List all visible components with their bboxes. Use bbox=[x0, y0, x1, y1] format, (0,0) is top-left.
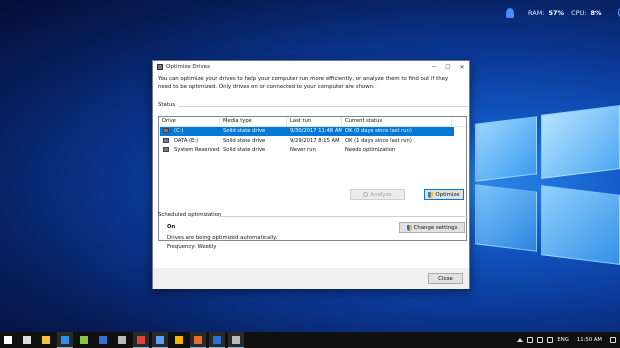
photoshop-icon[interactable] bbox=[95, 332, 111, 348]
optimize-button[interactable]: Optimize bbox=[424, 189, 464, 200]
close-label: Close bbox=[438, 275, 453, 282]
battery-icon[interactable] bbox=[547, 337, 554, 343]
file-explorer-icon[interactable] bbox=[38, 332, 54, 348]
status-label: Status bbox=[158, 102, 176, 108]
list-header: Drive Media type Last run Current status bbox=[159, 117, 466, 127]
start-icon[interactable] bbox=[0, 332, 16, 348]
drive-status: OK (1 days since last run) bbox=[345, 137, 412, 144]
utility-icon[interactable] bbox=[228, 332, 244, 348]
wallpaper-pane bbox=[475, 116, 537, 182]
cpu-label: CPU: bbox=[571, 8, 587, 17]
drive-row[interactable]: (C:) Solid state drive 9/30/2017 11:48 A… bbox=[160, 126, 454, 136]
drive-last-run: 9/30/2017 11:48 AM bbox=[290, 128, 342, 135]
drive-name: DATA (E:) bbox=[174, 137, 199, 144]
drive-icon bbox=[163, 128, 169, 134]
tray-overflow-icon[interactable] bbox=[517, 338, 524, 342]
defrag-icon bbox=[157, 64, 163, 70]
system-monitor-widget[interactable]: RAM: 57% CPU: 8% bbox=[506, 7, 620, 18]
optimize-label: Optimize bbox=[435, 191, 460, 198]
drive-media: Solid state drive bbox=[223, 137, 266, 144]
column-header-media-type[interactable]: Media type bbox=[220, 117, 287, 126]
drive-media: Solid state drive bbox=[223, 128, 266, 135]
analyze-icon bbox=[363, 192, 369, 197]
shield-icon bbox=[428, 191, 434, 198]
maximize-button[interactable]: ☐ bbox=[441, 64, 455, 71]
system-tray: ENG 11:50 AM bbox=[517, 332, 616, 348]
drive-status: Needs optimization bbox=[345, 147, 396, 154]
office-icon[interactable] bbox=[190, 332, 206, 348]
taskbar-apps bbox=[0, 332, 247, 348]
taskbar: ENG 11:50 AM bbox=[0, 332, 620, 348]
analyze-button[interactable]: Analyze bbox=[350, 189, 405, 200]
notifications-icon[interactable] bbox=[610, 337, 616, 343]
optimize-drives-window: Optimize Drives ─ ☐ ✕ You can optimize y… bbox=[152, 60, 470, 289]
close-button[interactable]: Close bbox=[428, 273, 463, 284]
ram-label: RAM: bbox=[528, 8, 545, 17]
window-title: Optimize Drives bbox=[166, 64, 210, 70]
drive-last-run: Never run bbox=[290, 147, 316, 154]
drive-media: Solid state drive bbox=[223, 147, 266, 154]
column-header-current-status[interactable]: Current status bbox=[342, 117, 452, 126]
wallpaper-pane bbox=[541, 105, 620, 179]
drive-last-run: 9/29/2017 8:15 AM bbox=[290, 137, 340, 144]
android-icon[interactable] bbox=[76, 332, 92, 348]
column-header-drive[interactable]: Drive bbox=[159, 117, 220, 126]
drive-icon bbox=[163, 137, 169, 143]
settings-icon[interactable] bbox=[114, 332, 130, 348]
wallpaper-pane bbox=[541, 185, 620, 265]
ram-value: 57% bbox=[548, 8, 565, 17]
title-bar[interactable]: Optimize Drives ─ ☐ ✕ bbox=[153, 61, 469, 73]
window-footer: Close bbox=[153, 268, 469, 289]
drive-row[interactable]: System Reserved Solid state drive Never … bbox=[159, 146, 466, 156]
cpu-value: 8% bbox=[590, 8, 602, 17]
language-indicator[interactable]: ENG bbox=[557, 337, 568, 343]
schedule-description: Drives are being optimized automatically… bbox=[167, 235, 278, 241]
divider bbox=[179, 106, 468, 107]
change-settings-label: Change settings bbox=[413, 224, 458, 231]
drive-name: (C:) bbox=[174, 128, 184, 135]
schedule-state: On bbox=[167, 224, 176, 230]
drive-row[interactable]: DATA (E:) Solid state drive 9/29/2017 8:… bbox=[159, 136, 466, 146]
network-icon[interactable] bbox=[527, 337, 534, 343]
change-settings-button[interactable]: Change settings bbox=[399, 222, 465, 233]
drive-icon bbox=[163, 147, 169, 153]
chrome-icon[interactable] bbox=[171, 332, 187, 348]
scheduled-label: Scheduled optimization bbox=[158, 212, 222, 218]
divider bbox=[219, 216, 468, 217]
photoshop-2-icon[interactable] bbox=[209, 332, 225, 348]
intro-text: You can optimize your drives to help you… bbox=[158, 76, 449, 90]
rocket-icon bbox=[506, 7, 514, 18]
close-window-button[interactable]: ✕ bbox=[455, 64, 469, 71]
drive-status: OK (0 days since last run) bbox=[345, 128, 412, 135]
clock[interactable]: 11:50 AM bbox=[577, 337, 602, 343]
drive-name: System Reserved bbox=[174, 147, 220, 154]
task-view-icon[interactable] bbox=[19, 332, 35, 348]
media-icon[interactable] bbox=[133, 332, 149, 348]
volume-icon[interactable] bbox=[537, 337, 544, 343]
column-header-last-run[interactable]: Last run bbox=[287, 117, 342, 126]
analyze-label: Analyze bbox=[370, 191, 392, 198]
windows-app-icon[interactable] bbox=[152, 332, 168, 348]
schedule-frequency: Frequency: Weekly bbox=[167, 244, 217, 250]
edge-icon[interactable] bbox=[57, 332, 73, 348]
shield-icon bbox=[406, 224, 412, 231]
minimize-button[interactable]: ─ bbox=[427, 64, 441, 71]
wallpaper-pane bbox=[475, 184, 537, 252]
